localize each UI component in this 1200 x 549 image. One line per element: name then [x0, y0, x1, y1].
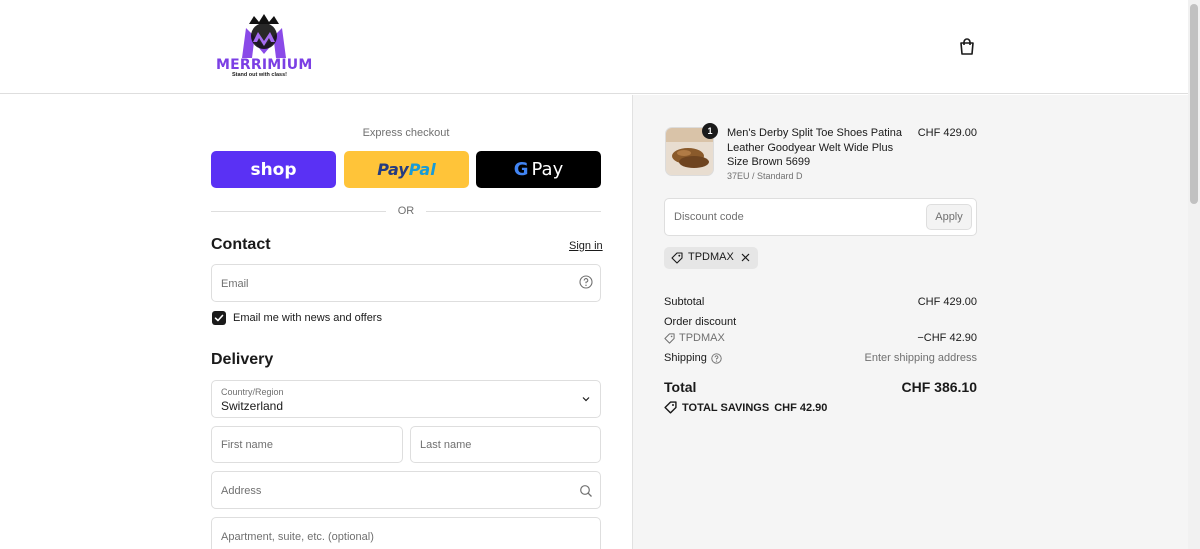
- scrollbar-thumb[interactable]: [1190, 4, 1198, 204]
- paypal-button[interactable]: Pay Pal: [344, 151, 469, 188]
- express-checkout-label: Express checkout: [362, 127, 450, 139]
- product-price: CHF 429.00: [917, 127, 977, 139]
- subtotal-label: Subtotal: [664, 296, 705, 308]
- order-discount-code: TPDMAX: [679, 332, 725, 344]
- savings-label: TOTAL SAVINGS: [682, 401, 770, 414]
- total-label: Total: [664, 379, 697, 395]
- email-placeholder: Email: [221, 278, 249, 290]
- newsletter-checkbox[interactable]: [212, 311, 226, 325]
- shipping-label: Shipping: [664, 352, 707, 364]
- order-discount-code-row: TPDMAX: [664, 332, 725, 344]
- tag-icon: [664, 332, 675, 344]
- shipping-row: Shipping: [664, 352, 722, 364]
- savings-value: CHF 42.90: [774, 401, 828, 414]
- total-value: CHF 386.10: [901, 379, 977, 395]
- page-scrollbar[interactable]: [1188, 0, 1200, 549]
- tag-icon: [671, 252, 683, 264]
- paypal-label-part2: Pal: [408, 160, 436, 179]
- applied-code: TPDMAX: [688, 251, 734, 263]
- cart-icon[interactable]: [957, 37, 977, 57]
- google-g-icon: G: [513, 159, 529, 180]
- last-name-placeholder: Last name: [420, 439, 472, 451]
- remove-discount-icon[interactable]: [740, 252, 751, 263]
- delivery-heading: Delivery: [211, 351, 274, 368]
- product-name: Men's Derby Split Toe Shoes Patina Leath…: [727, 127, 902, 168]
- shipping-value: Enter shipping address: [864, 352, 977, 364]
- order-discount-label: Order discount: [664, 316, 737, 328]
- checkmark-icon: [214, 314, 224, 322]
- last-name-field[interactable]: Last name: [410, 426, 601, 463]
- tag-icon: [664, 401, 677, 414]
- apartment-placeholder: Apartment, suite, etc. (optional): [221, 531, 374, 543]
- apartment-field[interactable]: Apartment, suite, etc. (optional): [211, 517, 601, 549]
- brand-name: MERRIMIUM: [216, 57, 313, 73]
- product-variant: 37EU / Standard D: [727, 171, 803, 181]
- total-savings: TOTAL SAVINGS CHF 42.90: [664, 401, 827, 414]
- first-name-field[interactable]: First name: [211, 426, 403, 463]
- google-pay-label: Pay: [531, 159, 564, 180]
- site-header: MERRIMIUM Stand out with class!: [0, 0, 1188, 94]
- first-name-placeholder: First name: [221, 439, 273, 451]
- search-icon: [580, 485, 592, 497]
- google-pay-button[interactable]: G Pay: [476, 151, 601, 188]
- sign-in-link[interactable]: Sign in: [569, 240, 603, 252]
- brand-tagline: Stand out with class!: [232, 72, 288, 78]
- or-label: OR: [397, 205, 415, 217]
- subtotal-value: CHF 429.00: [917, 296, 977, 308]
- shop-pay-label: shop: [250, 159, 297, 180]
- discount-placeholder: Discount code: [674, 211, 744, 223]
- help-icon[interactable]: [579, 275, 593, 289]
- paypal-label-part1: Pay: [377, 160, 409, 179]
- quantity-badge: 1: [702, 123, 718, 139]
- country-label: Country/Region: [221, 387, 284, 397]
- crown-m-icon: [242, 14, 286, 58]
- apply-discount-button[interactable]: Apply: [926, 204, 972, 230]
- applied-discount-chip: TPDMAX: [664, 247, 758, 269]
- brand-logo[interactable]: MERRIMIUM Stand out with class!: [214, 14, 314, 80]
- address-placeholder: Address: [221, 485, 262, 497]
- order-discount-value: −CHF 42.90: [917, 332, 977, 344]
- help-icon[interactable]: [711, 352, 722, 364]
- country-select[interactable]: Country/Region Switzerland: [211, 380, 601, 418]
- contact-heading: Contact: [211, 236, 271, 253]
- address-field[interactable]: Address: [211, 471, 601, 509]
- email-field[interactable]: Email: [211, 264, 601, 302]
- or-divider: OR: [211, 205, 601, 219]
- shop-pay-button[interactable]: shop: [211, 151, 336, 188]
- chevron-down-icon: [582, 397, 590, 402]
- newsletter-label: Email me with news and offers: [233, 312, 382, 324]
- country-value: Switzerland: [221, 399, 284, 413]
